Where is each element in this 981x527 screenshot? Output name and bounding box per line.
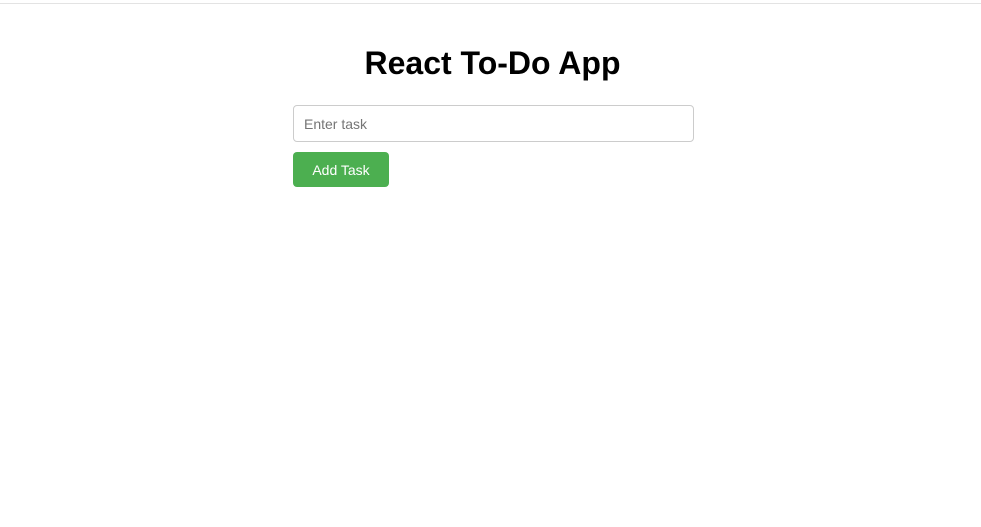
top-divider — [0, 3, 981, 4]
add-task-button[interactable]: Add Task — [293, 152, 389, 187]
page-title: React To-Do App — [364, 45, 621, 81]
todo-app: React To-Do App Add Task — [293, 44, 694, 187]
task-input[interactable] — [293, 105, 694, 142]
